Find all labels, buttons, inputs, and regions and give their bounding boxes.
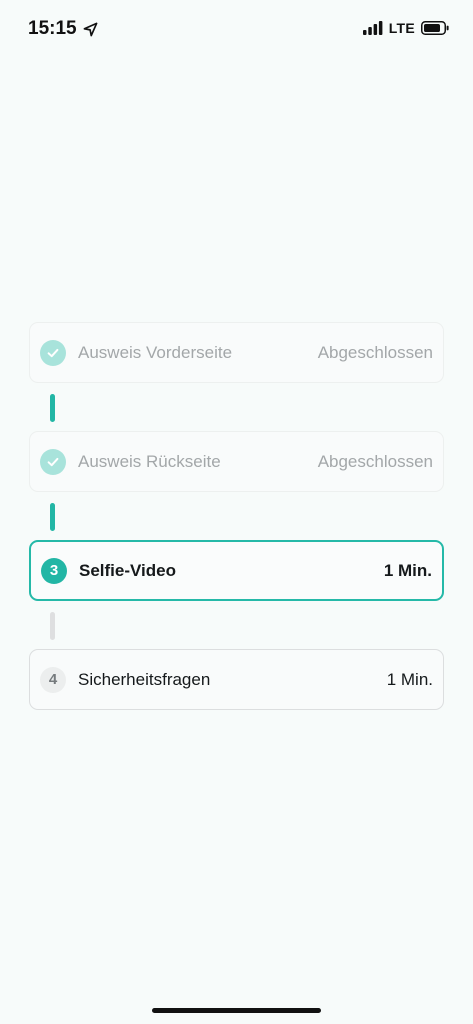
step-card-security-questions[interactable]: 4 Sicherheitsfragen 1 Min.	[29, 649, 444, 710]
battery-icon	[421, 21, 449, 35]
signal-bars-icon	[362, 21, 383, 35]
step-card-id-front[interactable]: Ausweis Vorderseite Abgeschlossen	[29, 322, 444, 383]
status-time: 15:15	[28, 18, 98, 40]
step-label: Selfie-Video	[79, 560, 176, 580]
step-number-badge: 3	[41, 557, 67, 584]
step-status: Abgeschlossen	[317, 342, 433, 362]
step-badge-done	[40, 339, 66, 366]
check-icon	[47, 457, 59, 466]
home-indicator[interactable]	[152, 1008, 321, 1013]
check-icon	[47, 348, 59, 357]
step-number-badge: 4	[40, 666, 66, 693]
step-card-id-back[interactable]: Ausweis Rückseite Abgeschlossen	[29, 431, 444, 492]
step-status: Abgeschlossen	[317, 451, 433, 471]
step-card-selfie-video[interactable]: 3 Selfie-Video 1 Min.	[29, 540, 444, 601]
step-label: Sicherheitsfragen	[78, 669, 211, 689]
status-indicators: LTE	[362, 20, 449, 36]
connector-line-complete	[50, 394, 55, 422]
step-badge-done	[40, 448, 66, 475]
step-connector	[29, 492, 444, 540]
connector-line-pending	[50, 612, 55, 640]
step-label: Ausweis Vorderseite	[78, 342, 233, 362]
step-label: Ausweis Rückseite	[78, 451, 221, 471]
connector-line-complete	[50, 503, 55, 531]
step-connector	[29, 601, 444, 649]
step-connector	[29, 383, 444, 431]
step-duration: 1 Min.	[383, 560, 432, 580]
location-arrow-icon	[83, 22, 98, 36]
step-duration: 1 Min.	[386, 669, 433, 689]
network-type: LTE	[388, 20, 415, 36]
status-time-text: 15:15	[28, 18, 77, 39]
status-bar: 15:15 LTE	[0, 0, 473, 60]
verification-steps: Ausweis Vorderseite Abgeschlossen Auswei…	[29, 322, 444, 710]
